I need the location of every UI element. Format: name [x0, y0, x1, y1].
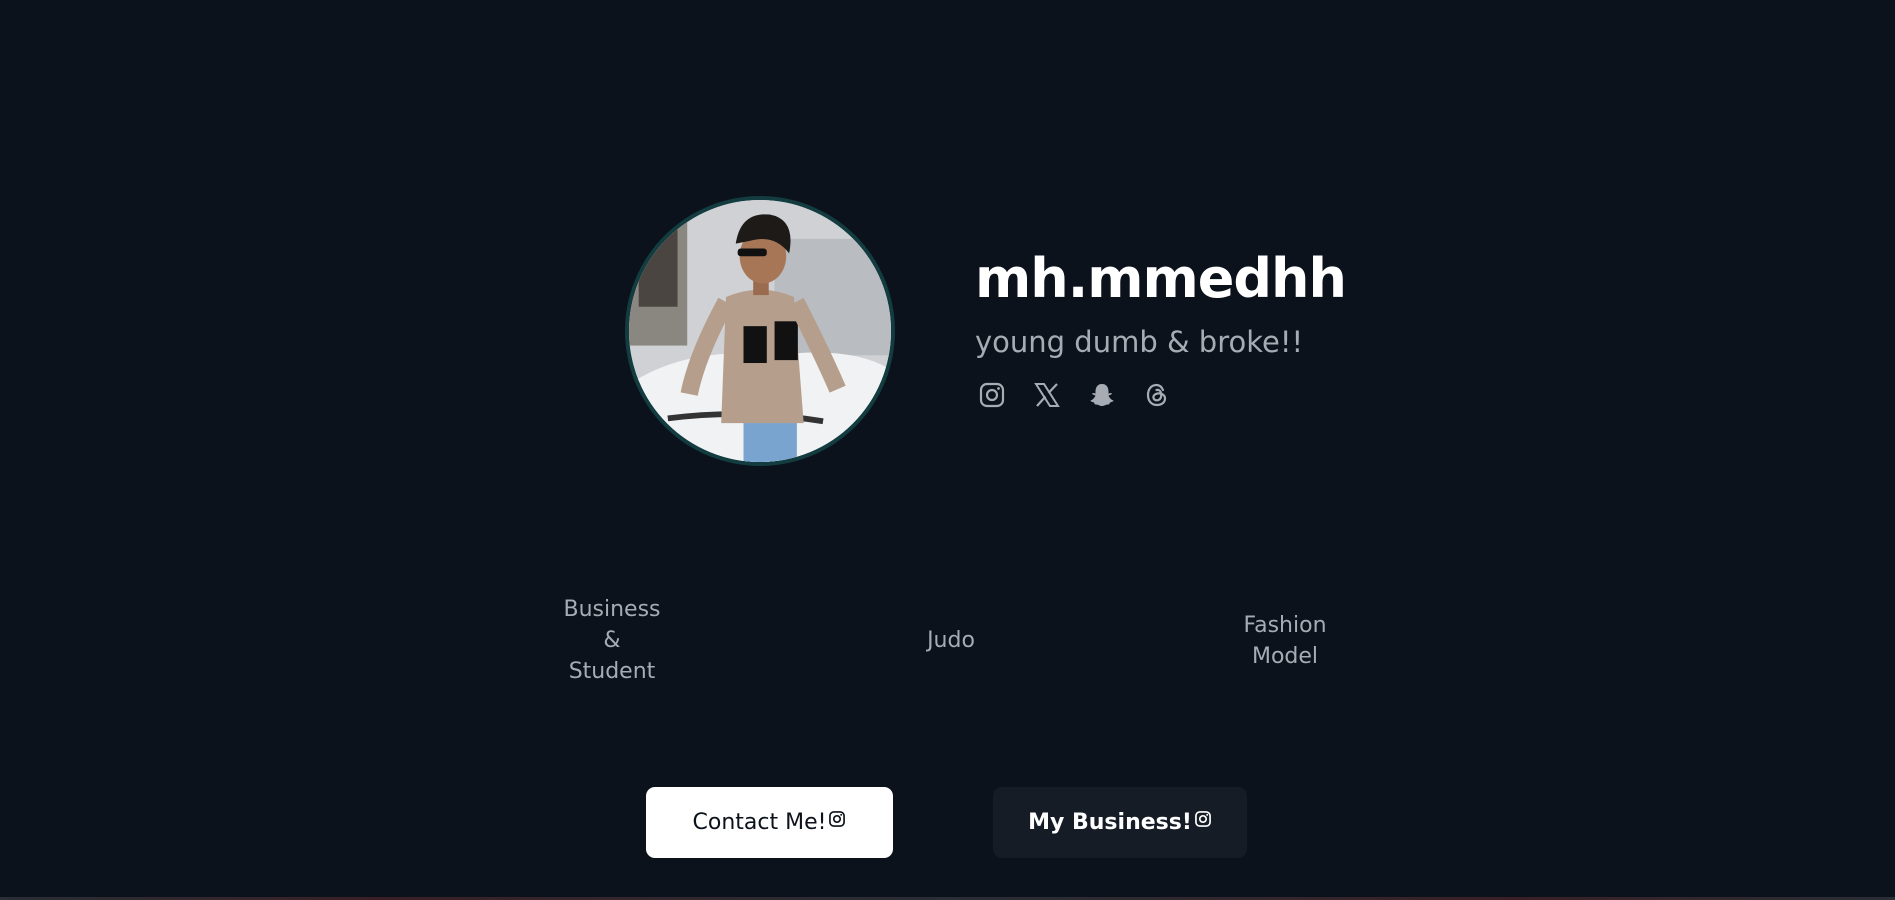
instagram-icon — [829, 810, 846, 827]
instagram-icon — [979, 382, 1005, 408]
tagline: young dumb & broke!! — [975, 325, 1304, 359]
username: mh.mmedhh — [975, 247, 1347, 310]
snapchat-link[interactable] — [1087, 380, 1117, 410]
profile-page: mh.mmedhh young dumb & broke!! Business … — [0, 0, 1895, 900]
threads-link[interactable] — [1142, 380, 1172, 410]
threads-icon — [1146, 383, 1167, 407]
role-business-student: Business & Student — [563, 597, 661, 684]
social-links — [977, 380, 1346, 410]
x-link[interactable] — [1032, 380, 1062, 410]
snapchat-icon — [1090, 384, 1114, 406]
instagram-icon — [1194, 810, 1211, 827]
profile-info: mh.mmedhh young dumb & broke!! — [975, 240, 1347, 410]
avatar — [625, 196, 895, 466]
my-business-button[interactable]: My Business! — [993, 787, 1247, 858]
avatar-photo — [629, 200, 891, 462]
role-fashion-model: Fashion Model — [1243, 613, 1327, 669]
contact-me-button[interactable]: Contact Me! — [646, 787, 893, 858]
my-business-label: My Business! — [1028, 810, 1192, 835]
contact-me-label: Contact Me! — [692, 810, 827, 835]
instagram-link[interactable] — [977, 380, 1007, 410]
x-icon — [1034, 383, 1060, 407]
role-judo: Judo — [927, 628, 975, 653]
